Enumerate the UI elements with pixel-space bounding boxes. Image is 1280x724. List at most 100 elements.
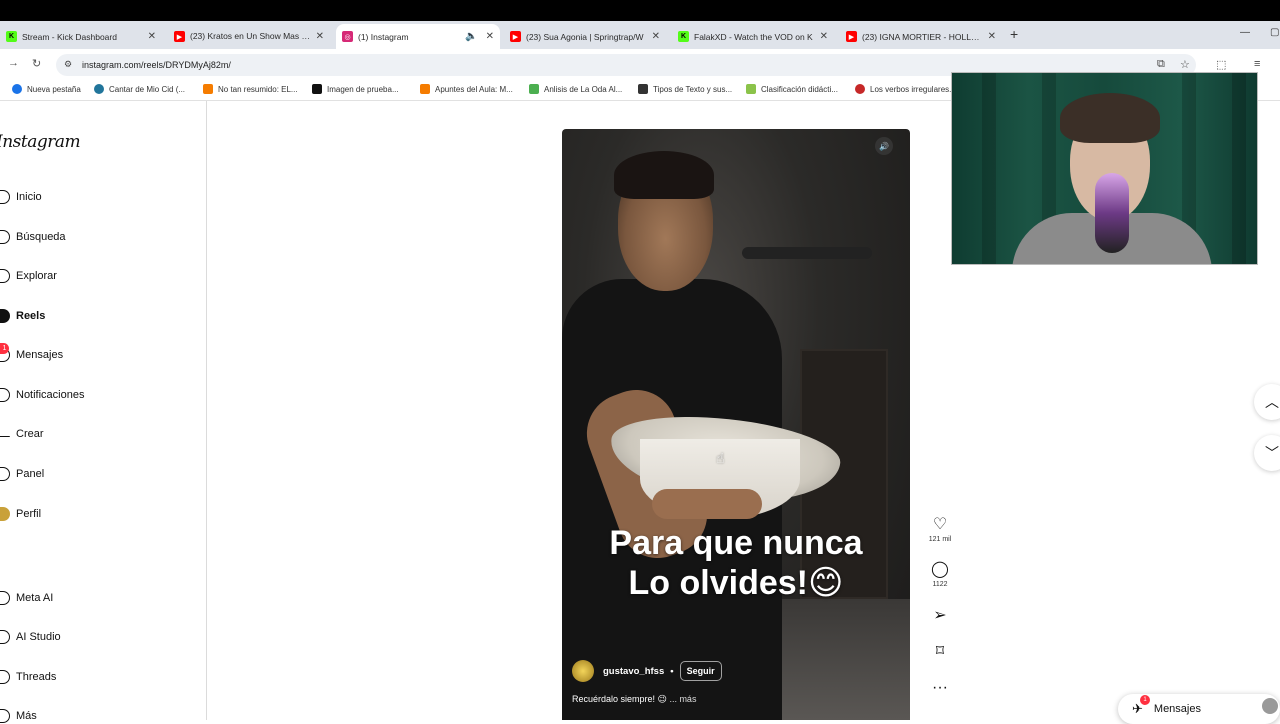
close-icon[interactable]: ✕ xyxy=(486,31,494,42)
reading-list-icon[interactable]: ≡ xyxy=(1254,58,1260,70)
bookmark-item[interactable]: Los verbos irregulares... xyxy=(855,84,956,94)
minimize-button[interactable]: — xyxy=(1240,27,1250,38)
close-icon[interactable]: ✕ xyxy=(148,31,156,42)
streamer-hair xyxy=(1060,93,1160,143)
bookmark-item[interactable]: Clasificación didácti... xyxy=(746,84,838,94)
reload-button[interactable]: ↻ xyxy=(32,57,41,70)
globe-icon xyxy=(12,84,22,94)
sidebar-item-label: Notificaciones xyxy=(16,389,85,401)
sidebar-item-inicio[interactable]: Inicio xyxy=(0,190,42,204)
threads-icon xyxy=(0,670,10,684)
close-icon[interactable]: ✕ xyxy=(316,31,324,42)
curtain-fold xyxy=(982,73,996,264)
sidebar-item-label: AI Studio xyxy=(16,631,61,643)
link-icon xyxy=(855,84,865,94)
new-tab-button[interactable]: + xyxy=(1010,26,1018,42)
pen-icon xyxy=(638,84,648,94)
close-icon[interactable]: ✕ xyxy=(652,31,660,42)
tab-title: (23) IGNA MORTIER - HOLLOW xyxy=(862,31,984,42)
sidebar-item-busqueda[interactable]: Búsqueda xyxy=(0,230,66,244)
next-reel-button[interactable]: ﹀ xyxy=(1254,435,1280,471)
sidebar-item-ai-studio[interactable]: AI Studio xyxy=(0,630,61,644)
menu-icon xyxy=(0,709,10,723)
tab-kick-dashboard[interactable]: K Stream - Kick Dashboard ✕ xyxy=(0,24,162,49)
reel-video[interactable] xyxy=(562,129,910,720)
maximize-button[interactable]: ▢ xyxy=(1270,27,1279,38)
bookmark-item[interactable]: No tan resumido: EL... xyxy=(203,84,298,94)
save-action[interactable]: ⌑ xyxy=(925,643,955,661)
sidebar-item-reels[interactable]: Reels xyxy=(0,309,45,323)
blogger-icon xyxy=(420,84,430,94)
contact-avatar[interactable] xyxy=(1262,698,1278,714)
tab-title: (1) Instagram xyxy=(358,31,409,42)
sidebar-item-label: Panel xyxy=(16,468,45,480)
share-action[interactable]: ➢ xyxy=(925,607,955,625)
sidebar-item-explorar[interactable]: Explorar xyxy=(0,269,57,283)
send-icon[interactable]: ➢ xyxy=(925,607,955,625)
heart-icon xyxy=(0,388,10,402)
comment-icon[interactable]: ◯ xyxy=(925,561,955,579)
search-icon xyxy=(0,230,10,244)
sidebar-item-mensajes[interactable]: Mensajes xyxy=(0,348,63,362)
extensions-icon[interactable]: ⬚ xyxy=(1216,58,1226,71)
previous-reel-button[interactable]: ︿ xyxy=(1254,384,1280,420)
heart-icon[interactable]: ♡ xyxy=(925,516,955,534)
instagram-icon: ◎ xyxy=(342,31,353,42)
comments-count: 1122 xyxy=(932,581,948,588)
os-top-bar xyxy=(0,0,1280,21)
instagram-logo[interactable]: Instagram xyxy=(0,132,81,152)
author-username[interactable]: gustavo_hfss xyxy=(603,666,664,677)
more-dots-icon[interactable]: ··· xyxy=(925,679,955,697)
close-icon[interactable]: ✕ xyxy=(820,31,828,42)
forward-button[interactable]: → xyxy=(8,57,19,69)
curtain-fold xyxy=(1232,73,1246,264)
follow-button[interactable]: Seguir xyxy=(679,661,722,681)
more-link[interactable]: ... más xyxy=(669,694,696,704)
tab-sua-agonia[interactable]: ▶ (23) Sua Agonia | Springtrap/W ✕ xyxy=(504,24,666,49)
site-info-icon[interactable]: ⚙ xyxy=(64,59,72,70)
sidebar-item-mas[interactable]: Más xyxy=(0,709,37,723)
wordpress-icon xyxy=(94,84,104,94)
tab-falakxd[interactable]: K FalakXD - Watch the VOD on K ✕ xyxy=(672,24,834,49)
close-icon[interactable]: ✕ xyxy=(988,31,996,42)
profile-avatar-icon xyxy=(0,507,10,521)
sidebar-item-threads[interactable]: Threads xyxy=(0,670,56,684)
youtube-icon: ▶ xyxy=(510,31,521,42)
like-action[interactable]: ♡ 121 mil xyxy=(925,516,955,543)
description-text: Recuérdalo siempre! 😉 xyxy=(572,694,667,704)
sidebar-item-perfil[interactable]: Perfil xyxy=(0,507,41,521)
comment-action[interactable]: ◯ 1122 xyxy=(925,561,955,588)
bookmark-star-icon[interactable]: ☆ xyxy=(1180,58,1190,71)
sidebar-item-panel[interactable]: Panel xyxy=(0,467,44,481)
bookmark-label: Tipos de Texto y sus... xyxy=(653,84,733,94)
bookmark-item[interactable]: Anlisis de La Oda Al... xyxy=(529,84,622,94)
volume-icon[interactable]: 🔊 xyxy=(875,137,893,155)
sidebar-item-meta-ai[interactable]: Meta AI xyxy=(0,591,53,605)
microphone xyxy=(1095,173,1129,253)
bookmark-item[interactable]: Cantar de Mio Cid (... xyxy=(94,84,185,94)
tab-kratos[interactable]: ▶ (23) Kratos en Un Show Mas 👀 ✕ xyxy=(168,24,330,49)
tab-instagram[interactable]: ◎ (1) Instagram 🔈 ✕ xyxy=(336,24,500,49)
caption-line: Lo olvides!😊 xyxy=(628,564,844,602)
leaf-icon xyxy=(746,84,756,94)
install-app-icon[interactable]: ⧉ xyxy=(1157,58,1165,71)
sidebar-item-crear[interactable]: Crear xyxy=(0,428,44,440)
bookmark-label: Cantar de Mio Cid (... xyxy=(109,84,186,94)
bookmark-label: Nueva pestaña xyxy=(27,84,81,94)
bookmark-item[interactable]: Apuntes del Aula: M... xyxy=(420,84,513,94)
sidebar-item-notificaciones[interactable]: Notificaciones xyxy=(0,388,84,402)
author-avatar[interactable] xyxy=(572,660,594,682)
youtube-icon: ▶ xyxy=(846,31,857,42)
sidebar-item-label: Inicio xyxy=(16,191,42,203)
bookmark-item[interactable]: Nueva pestaña xyxy=(12,84,81,94)
tab-title: FalakXD - Watch the VOD on K xyxy=(694,31,813,42)
kick-icon: K xyxy=(6,31,17,42)
bookmark-item[interactable]: Tipos de Texto y sus... xyxy=(638,84,732,94)
bookmark-item[interactable]: Imagen de prueba... xyxy=(312,84,399,94)
more-options[interactable]: ··· xyxy=(925,679,955,697)
tab-igna-mortier[interactable]: ▶ (23) IGNA MORTIER - HOLLOW ✕ xyxy=(840,24,1002,49)
kick-icon: K xyxy=(678,31,689,42)
person-hair xyxy=(614,151,714,199)
speaker-icon[interactable]: 🔈 xyxy=(465,31,477,42)
bookmark-icon[interactable]: ⌑ xyxy=(925,643,955,661)
